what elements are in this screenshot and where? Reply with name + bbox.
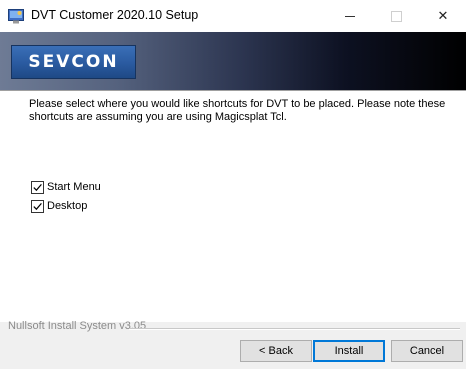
title-bar[interactable]: DVT Customer 2020.10 Setup ✕	[0, 0, 466, 32]
checkmark-icon	[33, 183, 42, 191]
close-button[interactable]: ✕	[420, 0, 466, 32]
brand-logo: SEVCON	[11, 45, 136, 79]
installer-branding: Nullsoft Install System v3.05	[8, 320, 147, 332]
cancel-button[interactable]: Cancel	[391, 340, 463, 362]
maximize-icon	[390, 10, 402, 22]
minimize-button[interactable]	[327, 0, 373, 32]
maximize-button[interactable]	[373, 0, 419, 32]
installer-app-icon	[8, 8, 24, 24]
close-icon: ✕	[437, 8, 449, 23]
desktop-label: Desktop	[47, 200, 88, 212]
window-title: DVT Customer 2020.10 Setup	[31, 8, 199, 22]
brand-logo-text: SEVCON	[28, 52, 119, 72]
footer-divider	[129, 328, 460, 330]
back-button[interactable]: < Back	[240, 340, 312, 362]
start-menu-checkbox[interactable]	[31, 180, 44, 194]
desktop-checkbox[interactable]	[31, 199, 44, 213]
header-banner: SEVCON	[0, 32, 466, 90]
start-menu-label: Start Menu	[47, 181, 101, 193]
start-menu-option[interactable]: Start Menu	[31, 180, 101, 194]
checkmark-icon	[33, 202, 42, 210]
shortcut-description: Please select where you would like short…	[29, 98, 446, 123]
content-panel: Please select where you would like short…	[0, 91, 466, 322]
install-button[interactable]: Install	[313, 340, 385, 362]
minimize-icon	[345, 15, 355, 17]
desktop-option[interactable]: Desktop	[31, 199, 87, 213]
